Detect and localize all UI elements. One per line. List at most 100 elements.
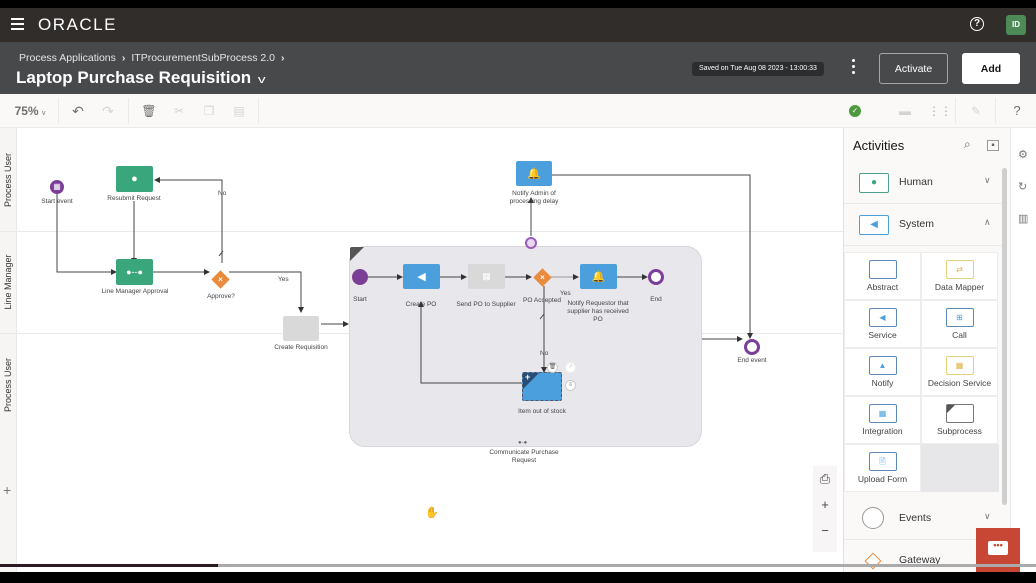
toolbar-divider (955, 98, 956, 124)
integration-icon: ▦ (868, 404, 897, 423)
task-line-manager-approval[interactable]: ●--● (116, 259, 153, 285)
validation-ok-icon[interactable]: ✓ (849, 105, 861, 117)
process-canvas[interactable]: Process User Line Manager Process User + (0, 128, 843, 572)
cut-icon[interactable]: ✂ (171, 94, 187, 128)
right-side-rail: ⚙ ↻ ▥ (1010, 128, 1036, 572)
exclusive-gateway-icon: × (218, 275, 223, 284)
service-icon: ◀ (868, 308, 897, 327)
help-icon[interactable]: ? (1009, 94, 1025, 128)
panel-scrollbar[interactable] (1002, 168, 1007, 505)
horizontal-scrollbar[interactable] (0, 564, 1036, 567)
task-send-po-to-supplier[interactable]: ▦ (468, 264, 505, 289)
task-create-po[interactable]: ◀ (403, 264, 440, 289)
breadcrumb-process-applications[interactable]: Process Applications (19, 52, 116, 64)
search-icon[interactable]: ⌕ (964, 137, 971, 152)
gateway-approve[interactable]: × (211, 270, 230, 289)
copy-icon[interactable]: ❐ (201, 94, 217, 128)
service-plug-icon: ◀ (417, 271, 426, 283)
lane-process-user[interactable]: Process User (0, 128, 17, 231)
activate-button[interactable]: Activate (879, 53, 948, 84)
bell-icon: 🔔 (591, 271, 606, 283)
print-icon[interactable]: ▬ (897, 94, 913, 128)
activity-subprocess[interactable]: Subprocess (921, 396, 998, 444)
event-label: Start (353, 296, 367, 303)
flow-label-no: No (218, 190, 227, 197)
task-notify-requestor[interactable]: 🔔 (580, 264, 617, 289)
lane-line-manager[interactable]: Line Manager (0, 231, 17, 333)
activity-notify[interactable]: ▲ Notify (844, 348, 921, 396)
zoom-in-icon[interactable]: + (813, 492, 837, 518)
activity-upload-form[interactable]: 🗎 Upload Form (844, 444, 921, 492)
activity-decision-service[interactable]: ▦ Decision Service (921, 348, 998, 396)
connect-icon[interactable]: ↗ (565, 362, 576, 373)
activities-panel: Activities ⌕ ▪ ● Human ∨ ◀ System ∧ Abst… (843, 128, 1010, 572)
start-event[interactable]: ▦ (50, 180, 64, 194)
task-notify-admin[interactable]: 🔔 (516, 161, 552, 186)
grid-empty-cell (921, 444, 999, 492)
paste-icon[interactable]: ▤ (231, 94, 247, 128)
panel-title: Activities (853, 138, 905, 153)
end-event[interactable] (744, 339, 760, 355)
hamburger-menu-icon[interactable] (11, 18, 24, 30)
task-resubmit-request[interactable]: ● (116, 166, 153, 192)
activity-label: Upload Form (857, 474, 908, 484)
zoom-level-select[interactable]: 75% v (12, 94, 48, 128)
activity-data-mapper[interactable]: ⇄ Data Mapper (921, 252, 998, 300)
task-label: Item out of stock (518, 408, 566, 415)
activity-label: Subprocess (937, 426, 982, 436)
bell-icon: 🔔 (527, 168, 541, 180)
scrollbar-thumb[interactable] (0, 564, 218, 567)
properties-icon[interactable]: ≡ (565, 380, 576, 391)
category-system[interactable]: ◀ System ∧ (844, 204, 1004, 246)
activity-integration[interactable]: ▦ Integration (844, 396, 921, 444)
human-icon: ● (859, 173, 889, 193)
task-label: Send PO to Supplier (456, 301, 516, 308)
lane-label: Process User (3, 357, 13, 413)
refresh-icon[interactable]: ↻ (1018, 180, 1027, 193)
activity-call[interactable]: ⊞ Call (921, 300, 998, 348)
event-circle-icon (862, 507, 884, 529)
report-chart-icon[interactable]: ▥ (1018, 212, 1028, 225)
task-item-out-of-stock-selected[interactable]: + (522, 372, 562, 401)
page-title[interactable]: Laptop Purchase Requisition v (16, 68, 266, 88)
help-icon[interactable]: ? (970, 17, 984, 31)
delete-icon[interactable]: 🗑 (547, 362, 558, 373)
settings-gear-icon[interactable]: ⚙ (1018, 148, 1028, 161)
edit-icon[interactable]: ✎ (968, 94, 984, 128)
user-avatar[interactable]: ID (1006, 15, 1026, 35)
chat-bubble-icon: ••• (988, 541, 1008, 555)
lane-process-user-2[interactable]: Process User (0, 333, 17, 572)
chevron-down-icon: ∨ (984, 511, 991, 521)
add-lane-icon[interactable]: + (3, 482, 11, 498)
task-create-requisition[interactable] (283, 316, 319, 341)
grid-icon[interactable]: ⋮⋮ (928, 94, 952, 128)
category-human[interactable]: ● Human ∨ (844, 162, 1004, 204)
chevron-down-icon[interactable]: v (258, 74, 266, 86)
bell-icon: ▲ (868, 356, 897, 375)
editor-toolbar: 75% v ↶ ↷ 🗑 ✂ ❐ ▤ ▬ ⋮⋮ ✎ ? (0, 94, 1036, 128)
task-label: Notify Requestor that supplier has recei… (558, 300, 638, 324)
collapse-icon[interactable] (350, 247, 364, 261)
print-icon[interactable]: ⎙ (813, 466, 837, 492)
lane-label: Line Manager (3, 254, 13, 310)
activity-label: Data Mapper (934, 282, 985, 292)
timer-boundary-event[interactable] (525, 237, 537, 249)
expand-plus-icon[interactable]: + (525, 373, 530, 382)
saved-status-badge: Saved on Tue Aug 08 2023 - 13:00:33 (692, 62, 824, 76)
add-button[interactable]: Add (962, 53, 1020, 84)
gateway-po-accepted[interactable]: × (533, 268, 552, 287)
subprocess-end-event[interactable] (648, 269, 664, 285)
subprocess-icon (945, 404, 974, 423)
task-label-text: Notify Admin of processing delay (509, 190, 559, 205)
activity-service[interactable]: ◀ Service (844, 300, 921, 348)
delete-icon[interactable]: 🗑 (141, 94, 157, 128)
activity-abstract[interactable]: Abstract (844, 252, 921, 300)
activity-label: Call (952, 330, 967, 340)
breadcrumb-subprocess[interactable]: ITProcurementSubProcess 2.0 (131, 52, 275, 64)
collapse-panel-icon[interactable]: ▪ (987, 140, 999, 151)
zoom-out-icon[interactable]: − (813, 518, 837, 544)
subprocess-start-event[interactable] (352, 269, 368, 285)
undo-icon[interactable]: ↶ (70, 94, 86, 128)
more-options-icon[interactable] (850, 59, 856, 77)
redo-icon[interactable]: ↷ (100, 94, 116, 128)
